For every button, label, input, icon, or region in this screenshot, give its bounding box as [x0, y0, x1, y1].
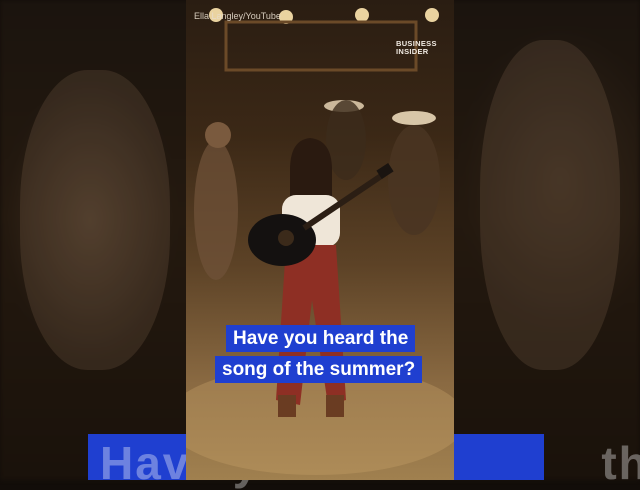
ceiling-light: [355, 8, 369, 22]
blurred-figure-right: [480, 40, 620, 370]
band-member: [326, 100, 366, 180]
singer-boot-left: [278, 395, 296, 417]
guitar-sound-hole: [278, 230, 294, 246]
blurred-figure-left: [20, 70, 170, 370]
ceiling-light: [425, 8, 439, 22]
dancer-left: [194, 140, 238, 280]
singer-boot-right: [326, 395, 344, 417]
dancer-right: [388, 125, 440, 235]
logo-line-2: INSIDER: [396, 47, 429, 56]
singer-hair: [290, 138, 332, 200]
dancer-right-hat: [392, 111, 436, 125]
caption-line-1: Have you heard the: [226, 325, 416, 352]
dancer-left-head: [205, 122, 231, 148]
video-frame[interactable]: Ella Langley/YouTube BUSINESS INSIDER Ha…: [186, 0, 454, 480]
stage-scene: [186, 8, 454, 475]
source-credit: Ella Langley/YouTube: [194, 11, 281, 21]
business-insider-logo: BUSINESS INSIDER: [396, 40, 437, 56]
wall-frame: [224, 20, 418, 72]
caption-line-2: song of the summer?: [215, 356, 423, 383]
